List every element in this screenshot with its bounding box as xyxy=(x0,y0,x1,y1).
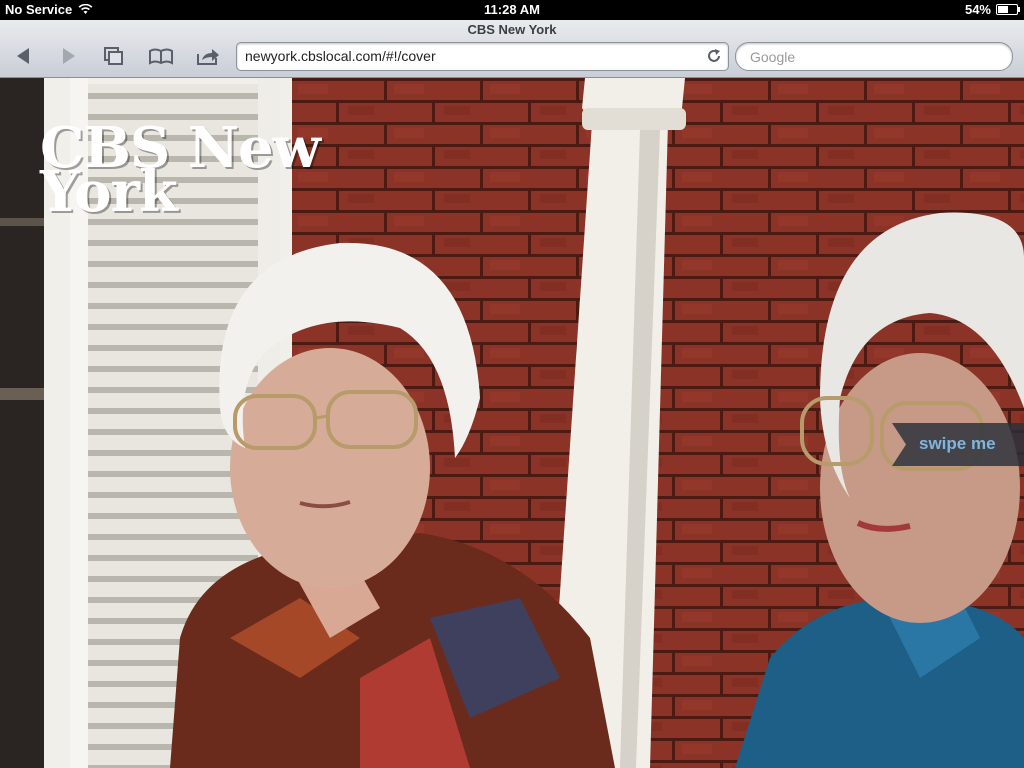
cover-title: CBS New York xyxy=(40,115,321,225)
pages-button[interactable] xyxy=(100,45,126,67)
book-icon xyxy=(149,48,173,65)
back-button[interactable] xyxy=(10,45,36,67)
share-icon xyxy=(197,49,219,65)
address-bar[interactable]: newyork.cbslocal.com/#!/cover xyxy=(236,42,729,71)
share-button[interactable] xyxy=(195,45,221,67)
page-title: CBS New York xyxy=(467,22,557,37)
pages-icon xyxy=(104,47,123,65)
page-content: CBS New York swipe me xyxy=(0,78,1024,768)
reload-icon[interactable] xyxy=(707,48,722,64)
battery-icon xyxy=(996,4,1020,15)
search-field[interactable] xyxy=(735,42,1013,71)
swipe-label: swipe me xyxy=(919,434,996,453)
clock: 11:28 AM xyxy=(484,2,540,17)
battery-percent: 54% xyxy=(964,2,991,17)
forward-button[interactable] xyxy=(56,45,82,67)
forward-arrow-icon xyxy=(63,48,75,64)
status-bar: No Service 11:28 AM 54% xyxy=(0,0,1024,20)
bookmarks-button[interactable] xyxy=(148,45,174,67)
swipe-hint[interactable]: swipe me xyxy=(892,423,1024,466)
back-arrow-icon xyxy=(17,48,29,64)
browser-toolbar: CBS New York newyork.cbslocal.com/#!/cov… xyxy=(0,20,1024,78)
url-text[interactable]: newyork.cbslocal.com/#!/cover xyxy=(245,48,436,64)
search-input[interactable] xyxy=(748,43,1002,70)
